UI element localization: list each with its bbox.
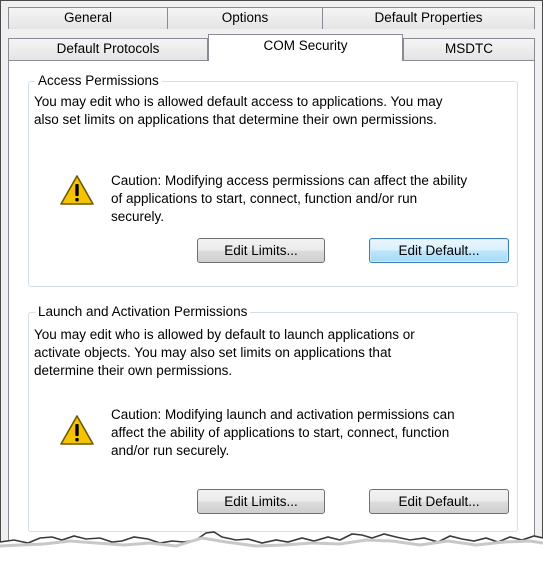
access-permissions-group: Access Permissions You may edit who is a…: [28, 73, 518, 287]
access-description-line2: also set limits on applications that det…: [34, 112, 437, 127]
tab-msdtc[interactable]: MSDTC: [403, 38, 535, 60]
tab-options[interactable]: Options: [167, 7, 323, 29]
launch-caution: Caution: Modifying launch and activation…: [111, 406, 455, 460]
access-permissions-title: Access Permissions: [35, 73, 162, 89]
torn-edge-divider: [0, 531, 543, 564]
launch-caution-line2: affect the ability of applications to st…: [111, 425, 450, 440]
warning-icon: [60, 175, 94, 205]
access-caution: Caution: Modifying access permissions ca…: [111, 172, 467, 226]
warning-icon: [60, 415, 94, 445]
tab-default-properties[interactable]: Default Properties: [322, 7, 535, 29]
access-description-line1: You may edit who is allowed default acce…: [34, 94, 443, 109]
launch-description-line3: determine their own permissions.: [34, 363, 233, 378]
launch-activation-title: Launch and Activation Permissions: [35, 304, 251, 320]
launch-edit-limits-button[interactable]: Edit Limits...: [197, 489, 325, 514]
com-security-page: Access Permissions You may edit who is a…: [8, 60, 535, 551]
access-caution-line1: Caution: Modifying access permissions ca…: [111, 173, 468, 188]
launch-caution-line3: and/or run securely.: [111, 443, 230, 458]
launch-description-line1: You may edit who is allowed by default t…: [34, 327, 415, 342]
access-edit-limits-button[interactable]: Edit Limits...: [197, 238, 325, 263]
launch-description-line2: activate objects. You may also set limit…: [34, 345, 392, 360]
dialog-window: General Options Default Properties Defau…: [0, 0, 543, 551]
access-edit-default-button[interactable]: Edit Default...: [369, 238, 509, 263]
launch-edit-default-button[interactable]: Edit Default...: [369, 489, 509, 514]
launch-description: You may edit who is allowed by default t…: [34, 326, 415, 380]
tab-general[interactable]: General: [8, 7, 168, 29]
access-caution-line2: of applications to start, connect, funct…: [111, 191, 418, 206]
access-caution-line3: securely.: [111, 209, 165, 224]
access-description: You may edit who is allowed default acce…: [34, 93, 443, 129]
launch-caution-line1: Caution: Modifying launch and activation…: [111, 407, 455, 422]
tab-com-security[interactable]: COM Security: [208, 34, 403, 61]
tab-default-protocols[interactable]: Default Protocols: [8, 38, 208, 60]
launch-activation-group: Launch and Activation Permissions You ma…: [28, 304, 518, 532]
